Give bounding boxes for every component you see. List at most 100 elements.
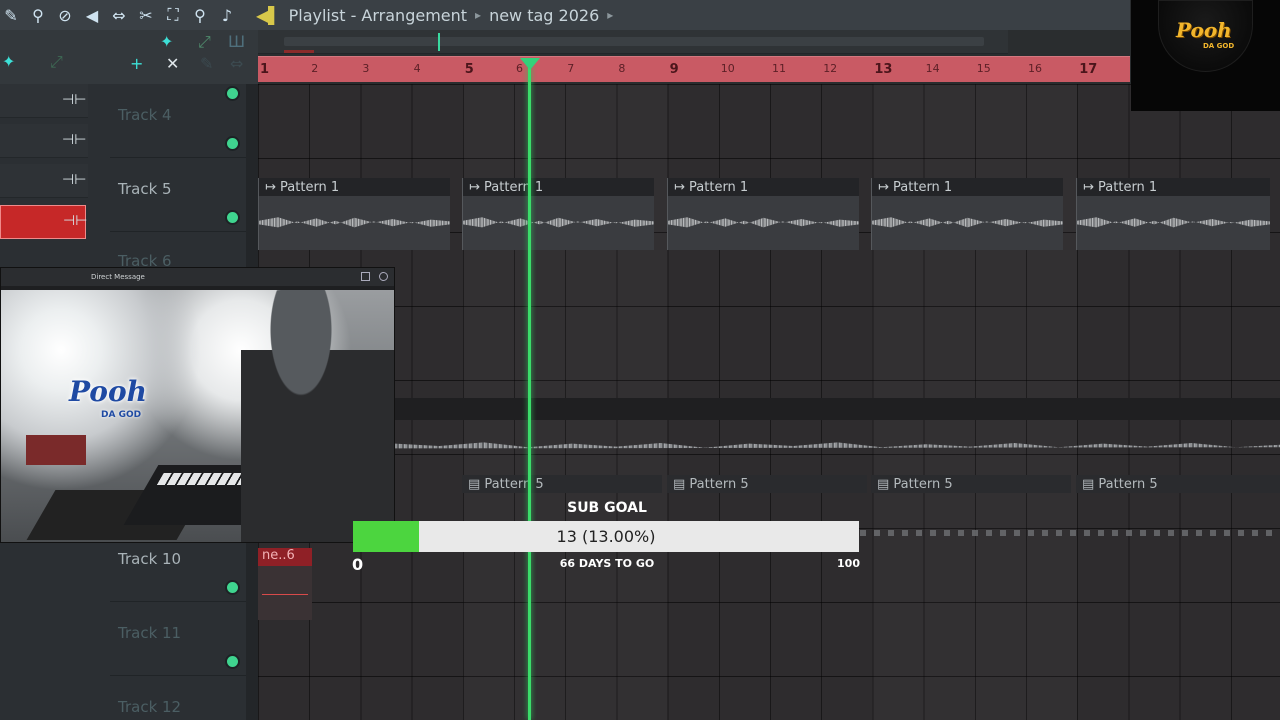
mixer-strip[interactable]: ⊣⊢	[0, 164, 88, 198]
ruler-tick: 11	[772, 62, 786, 75]
clip-waveform	[872, 217, 1063, 228]
slice-icon[interactable]: ✂	[135, 4, 157, 26]
clip-waveform	[668, 217, 859, 228]
loop-marker	[284, 50, 314, 53]
playhead-line[interactable]	[528, 66, 531, 720]
slip-icon[interactable]: ⇔	[108, 4, 130, 26]
add-icon[interactable]: +	[130, 54, 143, 73]
pattern-clip[interactable]: ↦ Pattern 1	[1076, 178, 1270, 250]
snap-icon[interactable]: ✦	[160, 32, 173, 51]
link-icon[interactable]: ⤢	[198, 32, 211, 52]
clip-waveform	[259, 217, 450, 228]
logo-sub: DA GOD	[1203, 42, 1235, 50]
webcam-logo: Pooh	[69, 375, 148, 408]
track-led[interactable]	[227, 582, 238, 593]
goal-progress-bar: 13 (13.00%)	[353, 521, 859, 552]
track-name: Track 10	[118, 550, 182, 568]
track-led[interactable]	[227, 138, 238, 149]
ruler-tick: 2	[311, 62, 319, 75]
playlist-toolbar: ✎ ⚲ ⊘ ◀ ⇔ ✂ ⛶ ⚲ ♪ ◀▌ Playlist - Arrangem…	[0, 0, 1130, 30]
breadcrumb[interactable]: new tag 2026	[489, 6, 599, 25]
webcam-title: Direct Message	[91, 273, 145, 281]
clip-label: ↦ Pattern 1	[1077, 178, 1270, 196]
ruler-tick: 5	[464, 62, 474, 77]
playhead-marker-icon[interactable]	[520, 58, 540, 70]
clip-label: ne..6	[258, 548, 312, 566]
piano-icon[interactable]: Ш	[228, 32, 245, 51]
pattern-clip[interactable]: ▤ Pattern 5	[1076, 475, 1280, 493]
ruler-tick: 17	[1079, 62, 1098, 77]
ruler-tick: 4	[413, 62, 421, 75]
brush-icon[interactable]: ⚲	[27, 4, 49, 26]
timeline-ruler[interactable]: 1 2 3 4 5 6 7 8 9 10 11 12 13 14 15 16 17	[258, 56, 1130, 82]
scroll-marker[interactable]	[438, 33, 440, 51]
zoom-icon[interactable]: ⚲	[189, 4, 211, 26]
close-icon[interactable]: ✕	[166, 54, 179, 73]
snap-track-icon[interactable]: ✦	[2, 52, 15, 71]
fader-icon[interactable]: ⊣⊢	[63, 213, 87, 229]
mixer-strip[interactable]: ⊣⊢	[0, 124, 88, 158]
clip-note-line	[262, 594, 308, 595]
pattern-clip[interactable]: ▤ Pattern 5	[871, 475, 1071, 493]
tool-link-icon[interactable]: ⤢	[50, 52, 63, 72]
automation-waveform	[860, 530, 1280, 536]
playlist-secondary-toolbar: ✦ ⤢ Ш ✦ ⤢ + ✕ ✎ ⇔	[0, 30, 258, 84]
track-header[interactable]: Track 4	[110, 84, 246, 158]
fader-icon[interactable]: ⊣⊢	[62, 132, 86, 148]
ruler-tick: 3	[362, 62, 370, 75]
pattern-clip[interactable]: ▤ Pattern 5	[667, 475, 867, 493]
scroll-track[interactable]	[284, 37, 984, 46]
ruler-tick: 16	[1028, 62, 1042, 75]
fader-icon[interactable]: ⊣⊢	[62, 172, 86, 188]
clip-label: ↦ Pattern 1	[259, 178, 450, 196]
goal-title: SUB GOAL	[567, 500, 647, 516]
pattern-clip[interactable]: ne..6	[258, 548, 312, 620]
track-header[interactable]: Track 12	[110, 676, 246, 720]
ruler-tick: 15	[976, 62, 991, 75]
ruler-tick: 8	[618, 62, 626, 75]
goal-value: 13 (13.00%)	[556, 527, 656, 546]
fader-icon[interactable]: ⊣⊢	[62, 92, 86, 108]
resize-icon[interactable]: ⇔	[230, 54, 243, 73]
edit-icon[interactable]: ✎	[200, 54, 213, 73]
track-header[interactable]: Track 5	[110, 158, 246, 232]
window-title: Playlist - Arrangement	[288, 5, 468, 25]
ruler-tick: 13	[874, 62, 893, 77]
logo-text: Pooh	[1176, 18, 1232, 42]
clip-label: ↦ Pattern 1	[463, 178, 654, 196]
mute-icon[interactable]: ◀	[81, 4, 103, 26]
pattern-clip[interactable]: ↦ Pattern 1	[258, 178, 450, 250]
playback-icon[interactable]: ♪	[216, 4, 238, 26]
pattern-clip[interactable]: ↦ Pattern 1	[462, 178, 654, 250]
gear-icon[interactable]	[379, 272, 388, 281]
webcam-titlebar: Direct Message	[1, 268, 394, 286]
ruler-tick: 10	[720, 62, 735, 75]
delete-icon[interactable]: ⊘	[54, 4, 76, 26]
pattern-clip[interactable]: ↦ Pattern 1	[667, 178, 859, 250]
pattern-clip[interactable]: ▤ Pattern 5	[462, 475, 662, 493]
clip-label: ↦ Pattern 1	[668, 178, 859, 196]
breadcrumb-arrow-icon: ▸	[475, 8, 482, 22]
track-header[interactable]: Track 11	[110, 602, 246, 676]
speaker-icon: ◀▌	[256, 5, 281, 25]
track-name: Track 12	[118, 698, 182, 716]
mixer-strip[interactable]: ⊣⊢	[0, 84, 88, 118]
pencil-icon[interactable]: ✎	[0, 4, 22, 26]
clip-waveform	[1077, 217, 1270, 228]
track-led[interactable]	[227, 656, 238, 667]
track-name: Track 4	[118, 106, 172, 124]
ruler-tick: 12	[823, 62, 838, 75]
ruler-tick: 9	[669, 62, 679, 77]
goal-days-left: 66 DAYS TO GO	[559, 557, 655, 570]
track-led[interactable]	[227, 212, 238, 223]
webcam-logo-sub: DA GOD	[101, 410, 142, 420]
pattern-clip[interactable]: ↦ Pattern 1	[871, 178, 1063, 250]
track-led[interactable]	[227, 88, 238, 99]
track-name: Track 11	[118, 624, 182, 642]
selected-mixer-strip[interactable]: ⊣⊢	[0, 205, 87, 239]
goal-max: 100	[837, 557, 860, 570]
ruler-tick: 1	[260, 62, 270, 77]
select-icon[interactable]: ⛶	[162, 4, 184, 26]
maximize-icon[interactable]	[361, 272, 370, 281]
horizontal-scrollbar[interactable]	[258, 30, 1008, 54]
